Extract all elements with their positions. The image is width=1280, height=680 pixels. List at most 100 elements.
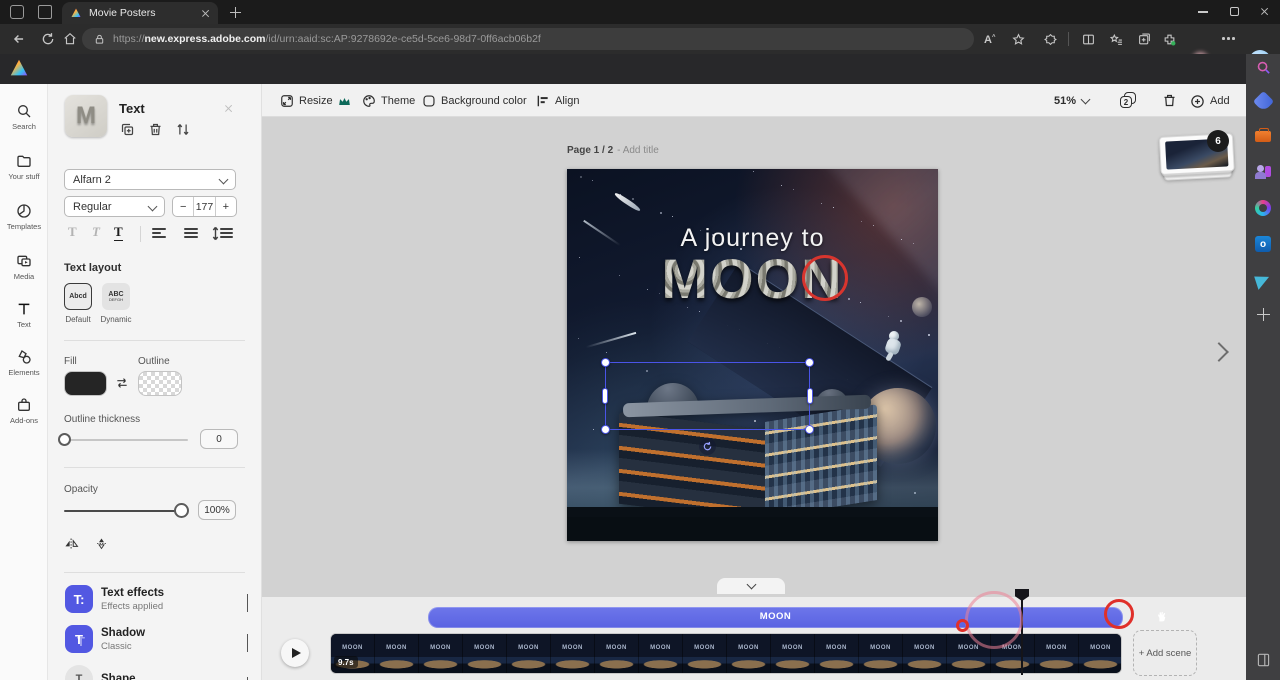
zoom-control[interactable]: 51% xyxy=(1054,91,1089,111)
play-button[interactable] xyxy=(281,639,309,667)
filmstrip-frame[interactable]: MOON xyxy=(639,634,683,674)
sidebar-item-media[interactable]: Media xyxy=(0,244,48,290)
split-screen-icon[interactable] xyxy=(1082,33,1095,46)
sidebar-search-icon[interactable] xyxy=(1253,57,1273,77)
outline-thickness-slider[interactable] xyxy=(64,439,188,441)
selection-handle-nw[interactable] xyxy=(601,358,610,367)
layout-default-tile[interactable]: Abcd xyxy=(64,283,92,310)
rotate-handle[interactable] xyxy=(699,438,716,455)
next-page-chevron[interactable] xyxy=(1209,342,1229,362)
back-icon[interactable] xyxy=(12,32,26,46)
shadow-row[interactable]: T Shadow Classic xyxy=(48,625,262,665)
opacity-slider[interactable] xyxy=(64,510,182,512)
line-spacing-icon[interactable] xyxy=(220,228,233,238)
resize-button[interactable]: Resize xyxy=(280,91,351,111)
text-effects-row[interactable]: T: Text effects Effects applied xyxy=(48,585,262,625)
filmstrip-frame[interactable]: MOON xyxy=(1079,634,1122,674)
layout-dynamic-tile[interactable]: ABC DEFGH xyxy=(102,283,130,310)
align-text-icon[interactable] xyxy=(152,228,166,238)
browser-tab[interactable]: Movie Posters xyxy=(62,2,218,24)
window-close-button[interactable] xyxy=(1260,7,1271,18)
opacity-thumb[interactable] xyxy=(174,503,189,518)
add-scene-button[interactable]: + Add scene xyxy=(1133,630,1197,676)
collections-icon[interactable] xyxy=(1138,33,1151,46)
filmstrip-frame[interactable]: MOON xyxy=(859,634,903,674)
tab-actions-icon[interactable] xyxy=(38,5,52,19)
filmstrip-frame[interactable]: MOON xyxy=(331,634,375,674)
sidebar-item-templates[interactable]: Templates xyxy=(0,194,48,240)
window-minimize-button[interactable] xyxy=(1198,11,1208,13)
shape-row[interactable]: T Shape xyxy=(48,665,262,680)
font-size-stepper[interactable]: − 177 + xyxy=(172,196,237,217)
poster-artboard[interactable]: A journey to MOON xyxy=(567,169,938,541)
align-button[interactable]: Align xyxy=(536,91,579,111)
filmstrip-frame[interactable]: MOON xyxy=(507,634,551,674)
games-icon[interactable] xyxy=(1253,198,1273,218)
customize-sidebar-icon[interactable] xyxy=(1253,304,1273,324)
filmstrip-frame[interactable]: MOON xyxy=(683,634,727,674)
tools-icon[interactable] xyxy=(1253,126,1273,146)
favorites-bar-icon[interactable] xyxy=(1110,33,1123,46)
filmstrip-frame[interactable]: MOON xyxy=(1035,634,1079,674)
font-size-increase[interactable]: + xyxy=(216,197,236,216)
italic-icon[interactable]: T xyxy=(92,224,100,240)
filmstrip-frame[interactable]: MOON xyxy=(595,634,639,674)
filmstrip-frame[interactable]: MOON xyxy=(727,634,771,674)
express-logo[interactable] xyxy=(8,57,30,79)
page-title-hint[interactable]: - Add title xyxy=(617,145,659,156)
sidebar-item-elements[interactable]: Elements xyxy=(0,340,48,386)
swap-colors-icon[interactable] xyxy=(115,376,129,390)
selection-handle-ne[interactable] xyxy=(805,358,814,367)
extensions-icon[interactable] xyxy=(1163,33,1176,46)
sidebar-panel-icon[interactable] xyxy=(1253,650,1273,670)
font-size-decrease[interactable]: − xyxy=(173,197,193,216)
add-button[interactable]: Add xyxy=(1190,91,1230,111)
filmstrip-frame[interactable]: MOON xyxy=(463,634,507,674)
reorder-layers-icon[interactable] xyxy=(175,122,191,137)
outline-thickness-value[interactable]: 0 xyxy=(200,429,238,449)
opacity-value[interactable]: 100% xyxy=(198,500,236,520)
trash-icon[interactable] xyxy=(148,122,163,137)
url-bar[interactable]: https://new.express.adobe.com/id/urn:aai… xyxy=(82,28,974,50)
text-selection-box[interactable] xyxy=(605,362,810,430)
new-tab-button[interactable] xyxy=(230,7,241,18)
flip-vertical-icon[interactable] xyxy=(94,536,109,551)
timeline-collapse-tab[interactable] xyxy=(717,578,785,594)
flip-horizontal-icon[interactable] xyxy=(64,536,81,551)
font-weight-select[interactable]: Regular xyxy=(64,196,165,217)
filmstrip-frame[interactable]: MOON xyxy=(419,634,463,674)
filmstrip-frame[interactable]: MOON xyxy=(903,634,947,674)
filmstrip-frame[interactable]: MOON xyxy=(375,634,419,674)
font-size-value[interactable]: 177 xyxy=(193,197,215,216)
sidebar-item-add-ons[interactable]: Add-ons xyxy=(0,388,48,434)
poster-title-text[interactable]: MOON xyxy=(567,246,938,311)
people-icon[interactable] xyxy=(1253,162,1273,182)
font-family-select[interactable]: Alfarn 2 xyxy=(64,169,236,190)
selection-handle-w[interactable] xyxy=(602,388,608,404)
fill-color-swatch[interactable] xyxy=(64,371,107,396)
pages-view-icon[interactable]: 2 xyxy=(1120,92,1137,109)
delete-page-icon[interactable] xyxy=(1162,93,1177,108)
outline-color-swatch[interactable] xyxy=(138,371,182,396)
shopping-icon[interactable] xyxy=(1253,91,1273,111)
refresh-icon[interactable] xyxy=(41,32,55,46)
sidebar-item-search[interactable]: Search xyxy=(0,94,48,140)
sidebar-item-text[interactable]: Text xyxy=(0,292,48,338)
workspaces-icon[interactable] xyxy=(10,5,24,19)
selection-handle-sw[interactable] xyxy=(601,425,610,434)
msn-icon[interactable] xyxy=(1253,271,1273,291)
selection-handle-se[interactable] xyxy=(805,425,814,434)
favorites-star-icon[interactable] xyxy=(1012,33,1025,46)
outlook-icon[interactable]: o xyxy=(1253,234,1273,254)
window-maximize-button[interactable] xyxy=(1230,7,1239,16)
outline-thickness-thumb[interactable] xyxy=(58,433,71,446)
playhead-handle[interactable] xyxy=(1015,589,1029,601)
panel-close-icon[interactable] xyxy=(224,104,235,115)
list-icon[interactable] xyxy=(184,228,198,238)
playhead[interactable] xyxy=(1021,591,1023,675)
filmstrip-frame[interactable]: MOON xyxy=(771,634,815,674)
sidebar-item-your-stuff[interactable]: Your stuff xyxy=(0,144,48,190)
selection-handle-e[interactable] xyxy=(807,388,813,404)
layer-thumbnail[interactable]: M xyxy=(65,95,107,137)
tab-close-icon[interactable] xyxy=(201,9,210,18)
